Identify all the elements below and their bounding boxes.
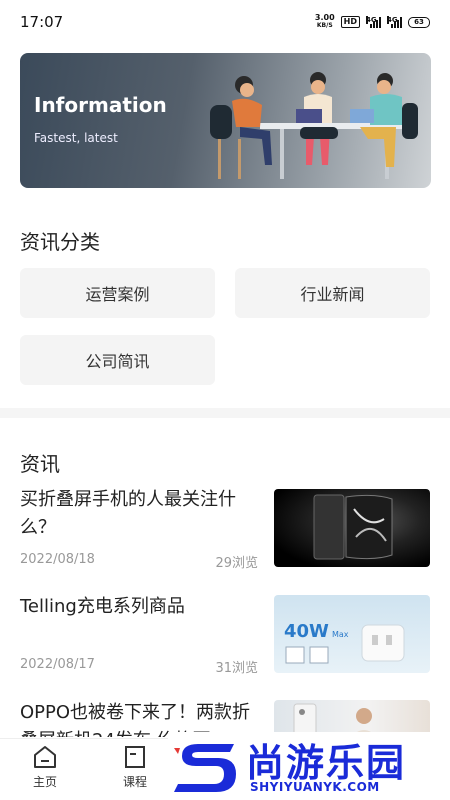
- news-views: 31浏览: [215, 661, 258, 676]
- news-title: 买折叠屏手机的人最关注什么？: [20, 489, 236, 538]
- category-heading: 资讯分类: [20, 230, 100, 254]
- nav-item-course[interactable]: 课程: [110, 745, 160, 790]
- net-speed-value: 3.00: [314, 13, 335, 22]
- watermark-logo-icon: [174, 744, 236, 792]
- thumb-max-text: Max: [332, 630, 349, 639]
- thumb-40w-text: 40W: [284, 621, 329, 642]
- meeting-illustration: [210, 72, 418, 179]
- network-speed: 3.00 KB/S: [315, 14, 335, 30]
- status-icons: 3.00 KB/S HD 4G 4G 63: [315, 14, 430, 30]
- nav-label: 课程: [122, 775, 147, 789]
- battery-icon: 63: [408, 16, 430, 28]
- category-label: 运营案例: [85, 285, 150, 304]
- news-views: 29浏览: [215, 556, 258, 571]
- sim1-label: 4G: [366, 16, 377, 24]
- news-date: 2022/08/17: [20, 657, 95, 672]
- news-title: Telling充电系列商品: [20, 596, 185, 617]
- phone-fold-image: [274, 489, 430, 567]
- watermark-brand-cn: 尚游乐园: [246, 741, 407, 785]
- banner-subtitle: Fastest, latest: [34, 131, 118, 145]
- watermark-brand-en: SHYIYUANYK.COM: [250, 780, 380, 794]
- news-date: 2022/08/18: [20, 552, 95, 567]
- category-button-industry-news[interactable]: 行业新闻: [235, 268, 430, 318]
- nav-label: 主页: [32, 775, 57, 789]
- category-button-operations[interactable]: 运营案例: [20, 268, 215, 318]
- nav-item-home[interactable]: 主页: [20, 745, 70, 790]
- charger-40w-image: 40W Max: [274, 595, 430, 673]
- banner-title: Information: [34, 93, 167, 117]
- watermark: 尚游乐园 SHYIYUANYK.COM: [168, 732, 450, 800]
- status-time: 17:07: [20, 13, 64, 31]
- status-bar: 17:07 3.00 KB/S HD 4G 4G 63: [0, 0, 450, 44]
- hd-icon: HD: [340, 16, 360, 28]
- news-heading: 资讯: [20, 452, 60, 476]
- course-icon: [125, 746, 145, 768]
- net-speed-unit: KB/S: [316, 22, 333, 29]
- signal-icon-sim1: 4G: [366, 16, 381, 28]
- category-label: 公司简讯: [85, 352, 150, 371]
- signal-icon-sim2: 4G: [387, 16, 402, 28]
- sim2-label: 4G: [387, 16, 398, 24]
- section-divider: [0, 408, 450, 418]
- banner[interactable]: Information Fastest, latest: [20, 53, 431, 188]
- home-icon: [34, 746, 56, 768]
- category-label: 行业新闻: [300, 285, 365, 304]
- category-button-company-news[interactable]: 公司简讯: [20, 335, 215, 385]
